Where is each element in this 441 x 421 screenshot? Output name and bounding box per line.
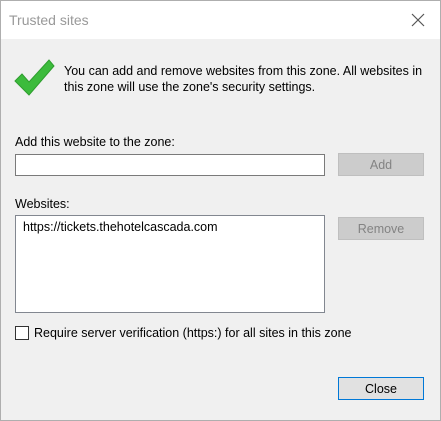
require-https-label: Require server verification (https:) for…	[34, 326, 352, 340]
websites-list[interactable]: https://tickets.thehotelcascada.com	[15, 215, 325, 313]
close-button[interactable]: Close	[338, 377, 424, 400]
add-website-label: Add this website to the zone:	[15, 135, 175, 149]
title-bar: Trusted sites	[1, 1, 440, 39]
remove-button[interactable]: Remove	[338, 217, 424, 240]
dialog-title: Trusted sites	[9, 12, 89, 28]
list-item[interactable]: https://tickets.thehotelcascada.com	[16, 216, 324, 234]
close-icon[interactable]	[405, 9, 431, 31]
green-checkmark-icon	[14, 59, 55, 96]
add-website-input[interactable]	[15, 154, 325, 176]
add-button[interactable]: Add	[338, 153, 424, 176]
websites-label: Websites:	[15, 197, 70, 211]
trusted-sites-dialog: Trusted sites You can add and remove web…	[0, 0, 441, 421]
require-https-checkbox[interactable]	[15, 326, 29, 340]
info-text: You can add and remove websites from thi…	[64, 64, 423, 94]
